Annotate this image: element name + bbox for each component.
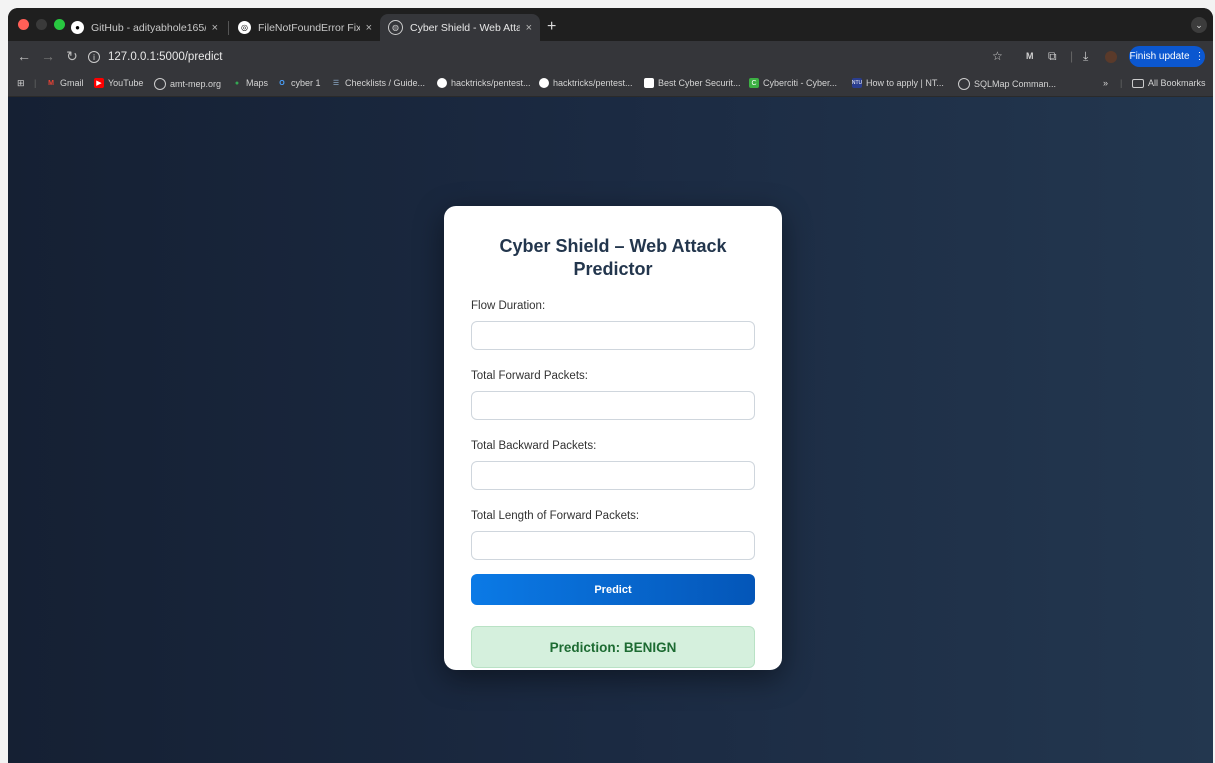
all-bookmarks-label: All Bookmarks bbox=[1148, 78, 1206, 88]
flow-duration-input[interactable] bbox=[471, 321, 755, 350]
apps-grid-icon[interactable]: ⊞ bbox=[17, 78, 25, 89]
total-forward-packets-input[interactable] bbox=[471, 391, 755, 420]
close-tab-icon[interactable]: × bbox=[526, 22, 532, 34]
flow-duration-label: Flow Duration: bbox=[471, 300, 546, 312]
bookmark-sqlmap[interactable]: SQLMap Comman... bbox=[958, 78, 1056, 90]
tab-divider bbox=[228, 21, 229, 35]
prediction-result: Prediction: BENIGN bbox=[471, 626, 755, 668]
extensions-icon[interactable]: ⧉ bbox=[1048, 49, 1057, 64]
finish-update-label: Finish update bbox=[1129, 51, 1190, 62]
tab-title: GitHub - adityabhole165/Cyb bbox=[91, 21, 206, 34]
bookmark-cyberciti[interactable]: C Cyberciti - Cyber... bbox=[749, 78, 837, 88]
chatgpt-icon: ◎ bbox=[238, 21, 251, 34]
bookmark-label: Maps bbox=[246, 78, 269, 88]
bookmarks-bar: ⊞ | M Gmail ▶ YouTube amt-mep.org ● Maps Oc… bbox=[8, 72, 1213, 97]
globe-icon bbox=[958, 78, 970, 90]
total-backward-packets-label: Total Backward Packets: bbox=[471, 440, 597, 452]
download-icon[interactable]: ⤓ bbox=[1083, 49, 1088, 64]
tab-cyber-shield[interactable]: ◍ Cyber Shield - Web Attack Pr × bbox=[380, 14, 540, 41]
bookmark-label: hacktricks/pentest... bbox=[553, 78, 633, 88]
bookmark-icon bbox=[644, 78, 654, 88]
github-icon bbox=[437, 78, 447, 88]
more-menu-icon: ⋮ bbox=[1194, 51, 1205, 62]
browser-window: ● GitHub - adityabhole165/Cyb × ◎ FileNo… bbox=[8, 8, 1213, 763]
ntu-icon: NTU bbox=[851, 78, 863, 88]
bookmark-label: YouTube bbox=[108, 78, 144, 88]
bookmark-label: Cyberciti - Cyber... bbox=[763, 78, 838, 88]
maps-icon: ● bbox=[234, 79, 240, 87]
tab-search-icon[interactable]: ⌄ bbox=[1191, 17, 1207, 33]
bookmarks-overflow-button[interactable]: » bbox=[1103, 78, 1108, 88]
tab-filenotfound[interactable]: ◎ FileNotFoundError Fix Mac × bbox=[230, 14, 380, 41]
new-tab-button[interactable]: + bbox=[547, 18, 556, 36]
bookmark-cyber1[interactable]: Ocyber 1 bbox=[277, 78, 321, 88]
tab-title: Cyber Shield - Web Attack Pr bbox=[410, 21, 520, 34]
cyber-icon: O bbox=[279, 79, 285, 87]
close-window-button[interactable] bbox=[18, 19, 29, 30]
bookmark-label: How to apply | NT... bbox=[866, 78, 944, 88]
profile-avatar-icon[interactable] bbox=[1105, 51, 1117, 63]
browser-toolbar: ← → ↻ i 127.0.0.1:5000/predict ☆ M ⧉ | ⤓… bbox=[8, 41, 1213, 72]
bookmark-star-icon[interactable]: ☆ bbox=[992, 49, 1003, 63]
bookmark-best-cyber[interactable]: Best Cyber Securit... bbox=[644, 78, 741, 88]
bookmarks-divider: | bbox=[34, 78, 37, 88]
github-icon bbox=[539, 78, 549, 88]
bookmark-label: SQLMap Comman... bbox=[974, 79, 1057, 89]
address-bar[interactable]: i 127.0.0.1:5000/predict bbox=[88, 46, 983, 68]
checklist-icon: ☰ bbox=[332, 80, 340, 87]
bookmark-label: hacktricks/pentest... bbox=[451, 78, 531, 88]
bookmark-label: amt-mep.org bbox=[170, 79, 222, 89]
globe-icon bbox=[154, 78, 166, 90]
gmail-icon: M bbox=[48, 79, 54, 87]
bookmark-label: Checklists / Guide... bbox=[345, 78, 426, 88]
tab-title: FileNotFoundError Fix Mac bbox=[258, 21, 360, 34]
bookmark-youtube[interactable]: ▶ YouTube bbox=[94, 78, 143, 88]
extension-m-icon[interactable]: M bbox=[1026, 51, 1034, 61]
predictor-card: Cyber Shield – Web Attack Predictor Flow… bbox=[444, 206, 782, 670]
globe-icon: ◍ bbox=[388, 20, 403, 35]
site-info-icon[interactable]: i bbox=[88, 51, 100, 63]
bookmark-label: Gmail bbox=[60, 78, 84, 88]
tab-strip: ● GitHub - adityabhole165/Cyb × ◎ FileNo… bbox=[8, 8, 1213, 41]
bookmark-label: Best Cyber Securit... bbox=[658, 78, 741, 88]
bookmark-checklists[interactable]: ☰ Checklists / Guide... bbox=[331, 78, 425, 88]
page-content: Cyber Shield – Web Attack Predictor Flow… bbox=[8, 97, 1213, 763]
back-icon[interactable]: ← bbox=[16, 48, 32, 64]
total-forward-packets-label: Total Forward Packets: bbox=[471, 370, 588, 382]
close-tab-icon[interactable]: × bbox=[212, 22, 218, 34]
bookmark-maps[interactable]: ● Maps bbox=[232, 78, 268, 88]
reload-icon[interactable]: ↻ bbox=[64, 48, 80, 65]
close-tab-icon[interactable]: × bbox=[366, 22, 372, 34]
bookmark-hacktricks-1[interactable]: hacktricks/pentest... bbox=[437, 78, 531, 88]
bookmark-hacktricks-2[interactable]: hacktricks/pentest... bbox=[539, 78, 633, 88]
all-bookmarks-button[interactable]: All Bookmarks bbox=[1132, 78, 1206, 88]
predict-button[interactable]: Predict bbox=[471, 574, 755, 605]
bookmark-ntu[interactable]: NTU How to apply | NT... bbox=[852, 78, 944, 88]
total-backward-packets-input[interactable] bbox=[471, 461, 755, 490]
bookmark-label: cyber 1 bbox=[291, 78, 321, 88]
bookmarks-divider: | bbox=[1120, 78, 1123, 88]
bookmark-amt-mep[interactable]: amt-mep.org bbox=[154, 78, 221, 90]
window-controls bbox=[18, 19, 65, 30]
page-title: Cyber Shield – Web Attack Predictor bbox=[499, 236, 727, 279]
forward-icon[interactable]: → bbox=[40, 48, 56, 64]
youtube-icon: ▶ bbox=[94, 78, 104, 88]
minimize-window-button[interactable] bbox=[36, 19, 47, 30]
toolbar-divider: | bbox=[1070, 49, 1074, 63]
cyberciti-icon: C bbox=[749, 78, 759, 88]
url-text: 127.0.0.1:5000/predict bbox=[108, 51, 223, 63]
tab-github[interactable]: ● GitHub - adityabhole165/Cyb × bbox=[63, 14, 226, 41]
folder-icon bbox=[1132, 78, 1144, 88]
total-length-forward-packets-label: Total Length of Forward Packets: bbox=[471, 510, 640, 522]
bookmark-gmail[interactable]: M Gmail bbox=[46, 78, 84, 88]
total-length-forward-packets-input[interactable] bbox=[471, 531, 755, 560]
github-icon: ● bbox=[71, 21, 84, 34]
finish-update-button[interactable]: Finish update ⋮ bbox=[1129, 46, 1205, 67]
